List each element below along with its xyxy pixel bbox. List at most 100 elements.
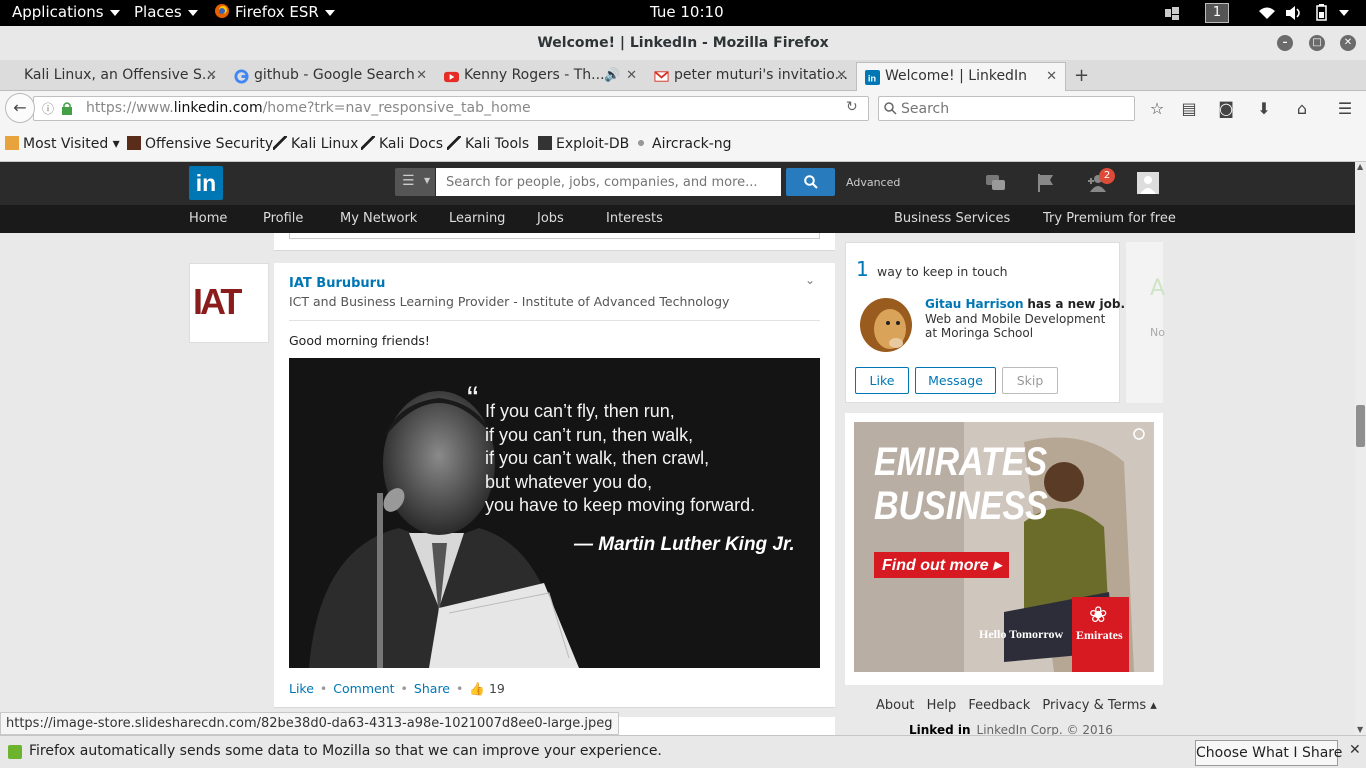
bookmark-most-visited[interactable]: Most Visited ▾ — [5, 136, 120, 152]
find-out-more-button[interactable]: Find out more ▸ — [874, 552, 1010, 578]
scrollbar-thumb[interactable] — [1356, 405, 1365, 447]
minimize-button[interactable]: – — [1277, 35, 1293, 51]
pocket-icon[interactable]: ◙ — [1216, 99, 1236, 119]
footer-feedback[interactable]: Feedback — [968, 698, 1030, 713]
post-author[interactable]: IAT Buruburu — [289, 276, 385, 291]
footer-about[interactable]: About — [876, 698, 914, 713]
youtube-icon — [444, 71, 459, 83]
scroll-up-icon[interactable]: ▲ — [1357, 162, 1363, 171]
system-menu-caret[interactable] — [1339, 10, 1349, 16]
wifi-icon[interactable] — [1258, 6, 1276, 20]
nav-try-premium[interactable]: Try Premium for free — [1043, 211, 1176, 226]
post-actions: Like • Comment • Share • 👍 19 — [289, 681, 505, 696]
comment-link[interactable]: Comment — [333, 681, 394, 696]
window-titlebar: Welcome! | LinkedIn - Mozilla Firefox – … — [0, 26, 1366, 60]
message-button[interactable]: Message — [915, 367, 996, 394]
download-icon[interactable]: ⬇ — [1254, 99, 1274, 119]
puzzle-icon[interactable] — [1163, 6, 1181, 20]
nav-learning[interactable]: Learning — [449, 211, 505, 226]
close-tab-icon[interactable]: ✕ — [416, 62, 427, 89]
nav-interests[interactable]: Interests — [606, 211, 663, 226]
tab-label: Kenny Rogers - Th... — [464, 67, 605, 83]
quote-text: “ If you can’t fly, then run, if you can… — [467, 382, 755, 518]
info-icon[interactable]: ⓘ — [42, 100, 54, 117]
quote-line: If you can’t fly, then run, — [485, 401, 675, 421]
menu-icon[interactable]: ☰ — [1335, 99, 1355, 119]
close-tab-icon[interactable]: ✕ — [1046, 63, 1057, 90]
close-window-button[interactable]: ✕ — [1340, 35, 1356, 51]
flag-icon[interactable] — [1035, 172, 1057, 194]
tab-linkedin[interactable]: in Welcome! | LinkedIn ✕ — [856, 62, 1066, 91]
contact-avatar[interactable] — [858, 297, 916, 355]
battery-icon[interactable] — [1313, 4, 1333, 22]
nav-business-services[interactable]: Business Services — [894, 211, 1010, 226]
navigation-toolbar: ⓘ https://www.linkedin.com/home?trk=nav_… — [0, 91, 1366, 127]
advanced-search-link[interactable]: Advanced — [846, 176, 900, 189]
nav-jobs[interactable]: Jobs — [537, 211, 564, 226]
reading-list-icon[interactable]: ▤ — [1179, 99, 1199, 119]
bookmark-kali-docs[interactable]: Kali Docs — [361, 136, 443, 152]
search-input[interactable] — [901, 99, 1126, 118]
close-tab-icon[interactable]: ✕ — [626, 62, 637, 89]
reload-icon[interactable]: ↻ — [846, 99, 858, 115]
share-link[interactable]: Share — [414, 681, 450, 696]
thumbs-up-icon[interactable]: 👍 — [469, 681, 485, 696]
workspace-indicator[interactable]: 1 — [1205, 3, 1229, 23]
tab-gmail[interactable]: peter muturi's invitatio... ✕ — [646, 62, 855, 91]
search-box[interactable] — [878, 96, 1135, 121]
close-tab-icon[interactable]: ✕ — [836, 62, 847, 89]
likes-count[interactable]: 19 — [489, 681, 505, 696]
close-tab-icon[interactable]: ✕ — [206, 62, 217, 89]
bookmark-exploit-db[interactable]: Exploit-DB — [538, 136, 629, 152]
choose-what-i-share-button[interactable]: Choose What I Share — [1195, 740, 1342, 766]
clock[interactable]: Tue 10:10 — [650, 3, 724, 21]
applications-menu[interactable]: Applications — [12, 3, 120, 21]
firefox-app-menu[interactable]: Firefox ESR — [214, 3, 335, 21]
contact-job: Web and Mobile Development at Moringa Sc… — [925, 312, 1106, 340]
chevron-down-icon[interactable]: ⌄ — [805, 273, 815, 287]
new-tab-button[interactable]: + — [1074, 62, 1089, 89]
profile-avatar-icon[interactable] — [1137, 172, 1159, 194]
emirates-emblem-icon: ❀ — [1089, 603, 1108, 628]
back-button[interactable]: ← — [5, 93, 35, 123]
linkedin-search-button[interactable] — [786, 168, 835, 196]
svg-text:IAT: IAT — [193, 281, 242, 322]
places-menu[interactable]: Places — [134, 3, 198, 21]
lock-icon[interactable] — [62, 102, 72, 115]
nav-profile[interactable]: Profile — [263, 211, 303, 226]
tab-kali[interactable]: Kali Linux, an Offensive S... ✕ — [0, 62, 225, 91]
contact-update: Gitau Harrison has a new job. — [925, 297, 1125, 311]
nav-my-network[interactable]: My Network — [340, 211, 417, 226]
emirates-ad[interactable]: EMIRATES BUSINESS Find out more ▸ Hello … — [854, 422, 1154, 672]
like-link[interactable]: Like — [289, 681, 314, 696]
speaker-icon[interactable]: 🔊 — [604, 62, 620, 89]
search-type-dropdown[interactable]: ☰ ▼ — [395, 168, 435, 196]
tab-google[interactable]: github - Google Search ✕ — [226, 62, 435, 91]
messages-icon[interactable] — [985, 172, 1007, 194]
footer-help[interactable]: Help — [927, 698, 957, 713]
maximize-button[interactable]: □ — [1309, 35, 1325, 51]
linkedin-logo[interactable]: in — [189, 166, 223, 200]
contact-name[interactable]: Gitau Harrison — [925, 297, 1024, 311]
tab-bar: Kali Linux, an Offensive S... ✕ github - … — [0, 60, 1366, 91]
page-scrollbar[interactable]: ▲ ▼ — [1355, 162, 1366, 735]
scroll-down-icon[interactable]: ▼ — [1357, 725, 1363, 734]
home-icon[interactable]: ⌂ — [1292, 99, 1312, 119]
url-bar[interactable]: ⓘ https://www.linkedin.com/home?trk=nav_… — [33, 96, 869, 121]
bookmark-offensive-security[interactable]: Offensive Security — [127, 136, 273, 152]
close-icon[interactable]: ✕ — [1349, 742, 1361, 758]
bookmark-kali-tools[interactable]: Kali Tools — [447, 136, 529, 152]
nav-home[interactable]: Home — [189, 211, 227, 226]
like-button[interactable]: Like — [855, 367, 909, 394]
bookmark-kali-linux[interactable]: Kali Linux — [273, 136, 358, 152]
bookmark-aircrack[interactable]: Aircrack-ng — [634, 136, 732, 152]
volume-icon[interactable] — [1285, 5, 1303, 21]
tab-youtube[interactable]: Kenny Rogers - Th... 🔊 ✕ — [436, 62, 645, 91]
partial-side-card: A No — [1126, 242, 1165, 403]
footer-privacy-terms[interactable]: Privacy & Terms ▴ — [1042, 698, 1156, 713]
skip-button[interactable]: Skip — [1002, 367, 1058, 394]
linkedin-search-input[interactable] — [436, 168, 781, 196]
post-image[interactable]: “ If you can’t fly, then run, if you can… — [289, 358, 820, 668]
bookmark-star-icon[interactable]: ☆ — [1147, 99, 1167, 119]
company-logo[interactable]: IAT — [189, 263, 269, 343]
